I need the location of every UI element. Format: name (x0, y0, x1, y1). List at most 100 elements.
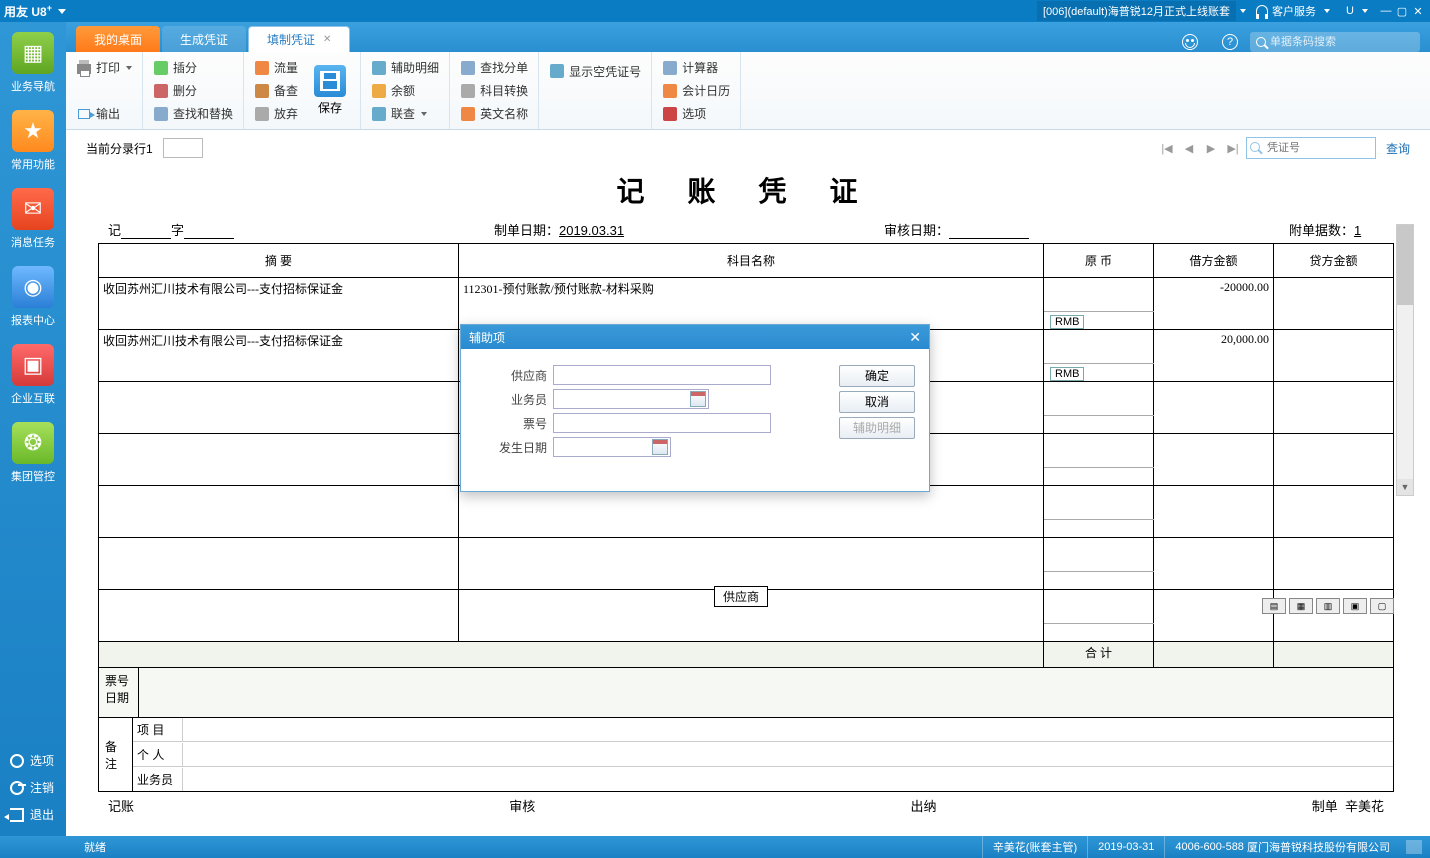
project-value[interactable] (183, 718, 1393, 741)
find-icon (154, 107, 168, 121)
remark-box: 备注 项 目 个 人 业务员 (98, 718, 1394, 792)
report-icon: ◉ (12, 266, 54, 308)
barcode-search-input[interactable] (1270, 36, 1414, 48)
exit-icon (10, 808, 24, 822)
salesperson-input[interactable] (553, 389, 709, 409)
nav-business-icon: ▦ (12, 32, 54, 74)
ribbon-toolbar: 打印 输出 插分 删分 查找和替换 流量 备查 放弃 保存 辅助明细 余额 联查… (66, 52, 1430, 130)
calculator-button[interactable]: 计算器 (660, 57, 732, 79)
view-icon-4[interactable]: ▣ (1343, 598, 1367, 614)
bill-label: 票号 (475, 415, 553, 432)
save-button[interactable]: 保存 (308, 56, 352, 125)
subject-convert-button[interactable]: 科目转换 (458, 80, 530, 102)
prev-page-button[interactable]: ◀ (1180, 139, 1198, 157)
aux-detail-button[interactable]: 辅助明细 (369, 57, 441, 79)
lookup-icon[interactable] (690, 391, 706, 407)
backup-button[interactable]: 备查 (252, 80, 300, 102)
status-bar: 就绪 辛美花(账套主管) 2019-03-31 4006-600-588 厦门海… (0, 836, 1430, 858)
dialog-close-icon[interactable]: ✕ (909, 329, 921, 346)
backup-icon (255, 84, 269, 98)
brand-dropdown-icon[interactable] (58, 9, 66, 14)
find-replace-button[interactable]: 查找和替换 (151, 103, 235, 125)
sig-cashier: 出纳 (910, 796, 936, 815)
logout-link[interactable]: 注销 (0, 774, 66, 801)
nav-business[interactable]: ▦业务导航 (0, 22, 66, 100)
nav-enterprise[interactable]: ▣企业互联 (0, 334, 66, 412)
exit-link[interactable]: 退出 (0, 801, 66, 828)
u-menu[interactable]: U (1346, 5, 1372, 17)
table-row[interactable] (99, 538, 1394, 572)
headset-icon (1256, 5, 1268, 17)
status-icon[interactable] (1406, 840, 1422, 854)
discard-button[interactable]: 放弃 (252, 103, 300, 125)
tab-close-icon[interactable]: ✕ (323, 34, 331, 45)
account-set-label[interactable]: [006](default)海普锐12月正式上线账套 (1037, 1, 1236, 21)
ok-button[interactable]: 确定 (839, 365, 915, 387)
help-icon[interactable]: ? (1222, 34, 1238, 50)
last-page-button[interactable]: ▶| (1224, 139, 1242, 157)
first-page-button[interactable]: |◀ (1158, 139, 1176, 157)
tab-generate-voucher[interactable]: 生成凭证 (162, 26, 246, 52)
occur-date-input[interactable] (553, 437, 671, 457)
customer-service[interactable]: 客户服务 (1256, 3, 1334, 19)
supplier-label: 供应商 (475, 367, 553, 384)
minimize-button[interactable]: — (1378, 5, 1394, 17)
insert-row-button[interactable]: 插分 (151, 57, 235, 79)
supplier-input[interactable] (553, 365, 771, 385)
scrollbar-thumb[interactable] (1397, 225, 1413, 305)
person-value[interactable] (183, 743, 1393, 766)
find-split-button[interactable]: 查找分单 (458, 57, 530, 79)
dialog-title-bar[interactable]: 辅助项✕ (461, 325, 929, 349)
output-button[interactable]: 输出 (74, 103, 134, 125)
feedback-icon[interactable] (1182, 34, 1198, 50)
ribbon-options-button[interactable]: 选项 (660, 103, 732, 125)
calendar-button[interactable]: 会计日历 (660, 80, 732, 102)
showempty-icon (550, 64, 564, 78)
aux-detail-button[interactable]: 辅助明细 (839, 417, 915, 439)
nav-group[interactable]: ❂集团管控 (0, 412, 66, 490)
delete-icon (154, 84, 168, 98)
bill-input[interactable] (553, 413, 771, 433)
cancel-button[interactable]: 取消 (839, 391, 915, 413)
currency-box[interactable]: RMB (1050, 367, 1084, 381)
enname-icon (461, 107, 475, 121)
next-page-button[interactable]: ▶ (1202, 139, 1220, 157)
voucher-prefix: 记字 (108, 220, 234, 239)
printer-icon (77, 64, 91, 74)
show-empty-button[interactable]: 显示空凭证号 (547, 60, 643, 82)
status-user: 辛美花(账套主管) (982, 836, 1087, 858)
print-button[interactable]: 打印 (74, 57, 134, 79)
voucher-number-input[interactable] (1246, 137, 1376, 159)
insert-icon (154, 61, 168, 75)
delete-row-button[interactable]: 删分 (151, 80, 235, 102)
calendar-icon[interactable] (652, 439, 668, 455)
view-icon-2[interactable]: ▦ (1289, 598, 1313, 614)
tab-desktop[interactable]: 我的桌面 (76, 26, 160, 52)
balance-button[interactable]: 余额 (369, 80, 441, 102)
table-row[interactable]: 收回苏州汇川技术有限公司---支付招标保证金112301-预付账款/预付账款-材… (99, 278, 1394, 312)
tab-fill-voucher[interactable]: 填制凭证✕ (248, 26, 350, 52)
signature-row: 记账 审核 出纳 制单 辛美花 (98, 796, 1394, 815)
maximize-button[interactable]: ▢ (1394, 5, 1410, 18)
options-link[interactable]: 选项 (0, 747, 66, 774)
voucher-footer-box: 票号日期 (98, 668, 1394, 718)
relate-button[interactable]: 联查 (369, 103, 441, 125)
english-name-button[interactable]: 英文名称 (458, 103, 530, 125)
close-button[interactable]: ✕ (1410, 5, 1426, 18)
barcode-search[interactable] (1250, 32, 1420, 52)
view-icon-1[interactable]: ▤ (1262, 598, 1286, 614)
nav-reports[interactable]: ◉报表中心 (0, 256, 66, 334)
query-link[interactable]: 查询 (1386, 140, 1410, 157)
view-icon-3[interactable]: ▥ (1316, 598, 1340, 614)
currency-box[interactable]: RMB (1050, 315, 1084, 329)
flow-button[interactable]: 流量 (252, 57, 300, 79)
table-scrollbar[interactable]: ▲▼ (1396, 224, 1414, 496)
nav-favorites[interactable]: ★常用功能 (0, 100, 66, 178)
account-dropdown-icon[interactable] (1240, 9, 1246, 13)
entry-number-box[interactable] (163, 138, 203, 158)
make-date: 制单日期：2019.03.31 (494, 220, 624, 239)
view-icon-5[interactable]: ▢ (1370, 598, 1394, 614)
sales-value[interactable] (183, 768, 1393, 791)
occur-date-label: 发生日期 (475, 439, 553, 456)
nav-messages[interactable]: ✉消息任务 (0, 178, 66, 256)
